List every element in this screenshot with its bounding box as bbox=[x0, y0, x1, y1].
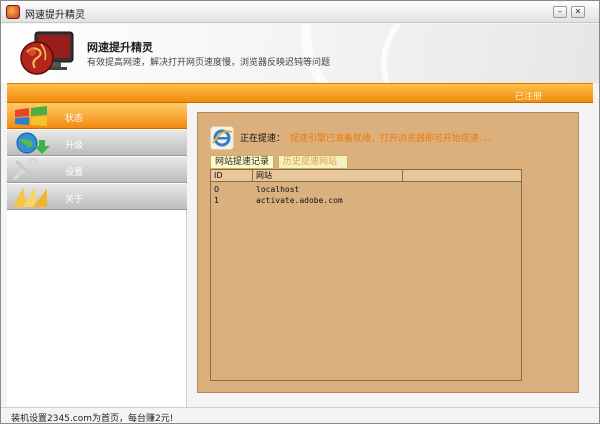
header-banner: 网速提升精灵 有效提高网速，解决打开网页速度慢，浏览器反映迟钝等问题 bbox=[1, 24, 599, 83]
column-header-site[interactable]: 网站 bbox=[253, 170, 403, 182]
table-row[interactable]: 1 activate.adobe.com bbox=[211, 195, 521, 206]
sidebar-item-status[interactable]: 状态 bbox=[7, 103, 187, 129]
status-label: 正在提速： bbox=[240, 134, 286, 144]
row-site: activate.adobe.com bbox=[256, 196, 343, 205]
sunburst-icon bbox=[13, 187, 47, 207]
sidebar-nav: 状态 升级 设置 关于 bbox=[7, 103, 187, 407]
window-title: 网速提升精灵 bbox=[25, 10, 85, 21]
app-description: 有效提高网速，解决打开网页速度慢，浏览器反映迟钝等问题 bbox=[87, 58, 331, 68]
row-site: localhost bbox=[256, 185, 300, 194]
top-orange-bar: 已注册 bbox=[7, 83, 593, 103]
sidebar-item-about[interactable]: 关于 bbox=[7, 184, 187, 210]
footer-bar: 装机设置2345.com为首页，每台赚2元! bbox=[1, 407, 599, 423]
table-row[interactable]: 0 localhost bbox=[211, 184, 521, 195]
sidebar-item-label: 关于 bbox=[65, 195, 84, 205]
app-name: 网速提升精灵 bbox=[87, 41, 153, 54]
row-id: 0 bbox=[214, 185, 220, 194]
minimize-button[interactable]: – bbox=[553, 6, 567, 18]
row-id: 1 bbox=[214, 196, 220, 205]
app-icon bbox=[6, 5, 20, 19]
table-header: ID 网站 bbox=[211, 170, 521, 182]
windows-logo-icon bbox=[15, 106, 47, 126]
sites-table: ID 网站 0 localhost 1 activate.adobe.com bbox=[210, 169, 522, 381]
upgrade-globe-icon bbox=[16, 132, 50, 154]
app-window: 网速提升精灵 – ✕ 网速提升精灵 有效提高网速，解决打开网页速度慢，浏览器反映… bbox=[0, 0, 600, 424]
column-header-id[interactable]: ID bbox=[211, 170, 253, 182]
footer-promo-link[interactable]: 装机设置2345.com为首页，每台赚2元! bbox=[11, 411, 173, 423]
status-panel: 正在提速： 提速引擎已准备就绪，打开浏览器即可开始提速．．． 网站提速记录 历史… bbox=[197, 112, 579, 393]
close-button[interactable]: ✕ bbox=[571, 6, 585, 18]
internet-explorer-icon bbox=[210, 126, 234, 150]
sidebar-item-label: 升级 bbox=[65, 141, 84, 151]
tab-speedup-records[interactable]: 网站提速记录 bbox=[210, 155, 274, 169]
sidebar-item-settings[interactable]: 设置 bbox=[7, 157, 187, 183]
title-bar[interactable]: 网速提升精灵 – ✕ bbox=[1, 1, 599, 23]
sidebar-item-label: 设置 bbox=[65, 168, 84, 178]
registered-status[interactable]: 已注册 bbox=[515, 89, 542, 102]
sidebar-item-upgrade[interactable]: 升级 bbox=[7, 130, 187, 156]
tab-history-sites[interactable]: 历史提速网站 bbox=[278, 155, 348, 169]
wrench-settings-icon bbox=[13, 158, 39, 180]
sidebar-item-label: 状态 bbox=[65, 114, 84, 124]
logo-icon bbox=[20, 31, 74, 75]
status-message: 提速引擎已准备就绪，打开浏览器即可开始提速．．． bbox=[290, 134, 498, 144]
